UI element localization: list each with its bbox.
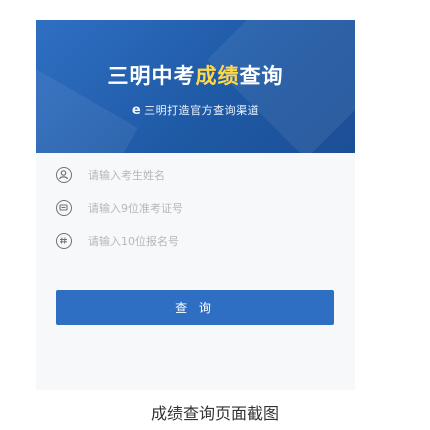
- image-caption: 成绩查询页面截图: [150, 404, 279, 423]
- header-banner: 三明中考成绩查询 e 三明打造官方查询渠道: [36, 20, 355, 153]
- title-part-3: 查询: [239, 64, 284, 88]
- query-button[interactable]: 查 询: [56, 290, 334, 325]
- subtitle-text: 三明打造官方查询渠道: [144, 104, 260, 117]
- phone-screen: 三明中考成绩查询 e 三明打造官方查询渠道 请输入考生姓名 请输入9位准考证号 …: [36, 20, 355, 390]
- page-subtitle: e 三明打造官方查询渠道: [36, 102, 355, 118]
- e-logo-icon: e: [131, 103, 142, 118]
- user-icon: [56, 167, 72, 183]
- number-icon: [56, 233, 72, 249]
- name-input[interactable]: [88, 168, 328, 182]
- registration-number-input[interactable]: [88, 234, 328, 248]
- ticket-field-row: [56, 191, 346, 225]
- title-part-1: 三明中考: [107, 64, 196, 88]
- reg-field-row: [56, 224, 346, 258]
- id-card-icon: [56, 200, 72, 216]
- ticket-number-input[interactable]: [88, 201, 328, 215]
- title-part-2: 成绩: [195, 64, 240, 88]
- name-field-row: [56, 158, 346, 192]
- page-title: 三明中考成绩查询: [36, 60, 355, 90]
